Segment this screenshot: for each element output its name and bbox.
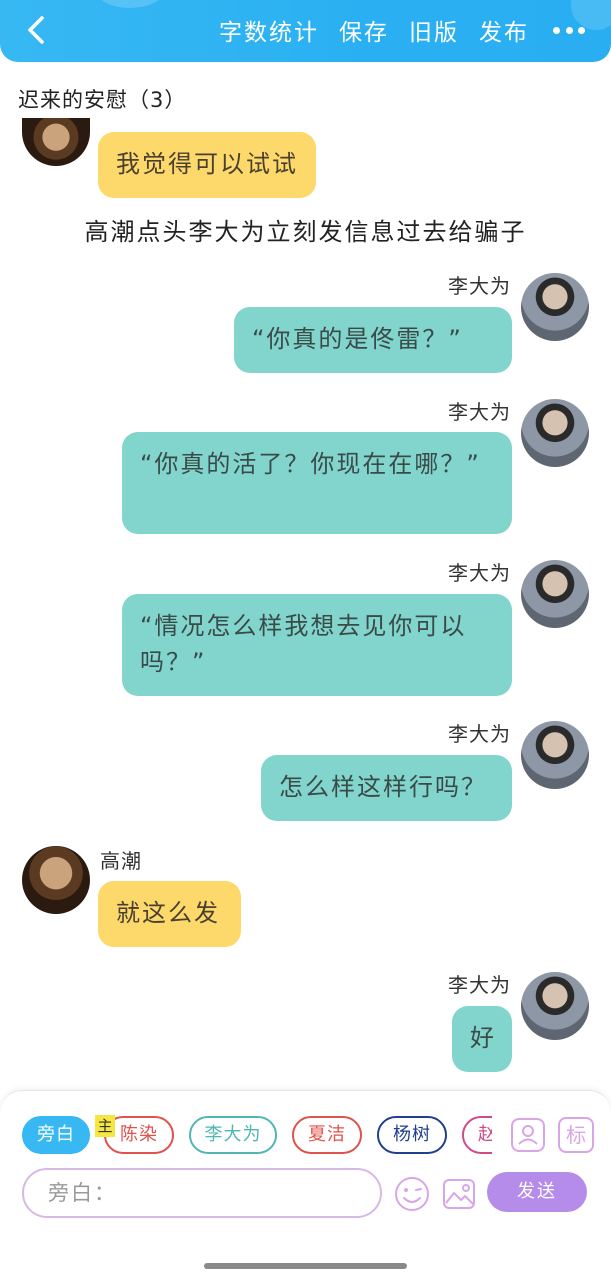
old-version-button[interactable]: 旧版 [409, 13, 459, 47]
message-bubble[interactable]: “你真的活了？你现在在哪？” [122, 432, 512, 534]
role-chip-zhao[interactable]: 赵 [462, 1116, 492, 1154]
save-button[interactable]: 保存 [339, 13, 389, 47]
avatar-lidawei[interactable] [521, 972, 589, 1040]
label-tool-button[interactable]: 标 [558, 1117, 594, 1153]
story-title: 迟来的安慰（3） [18, 88, 187, 112]
publish-button[interactable]: 发布 [479, 13, 529, 47]
send-button[interactable]: 发送 [487, 1172, 587, 1212]
role-selector: 旁白 陈染 李大为 夏洁 杨树 赵 [22, 1116, 492, 1156]
message-bubble[interactable]: 我觉得可以试试 [98, 132, 316, 198]
home-indicator [204, 1263, 407, 1269]
top-bar: 字数统计 保存 旧版 发布 [0, 0, 611, 62]
message-input[interactable]: 旁白： [22, 1168, 382, 1218]
avatar-lidawei[interactable] [521, 273, 589, 341]
message-bubble[interactable]: “你真的是佟雷？” [234, 307, 512, 373]
image-icon[interactable] [442, 1177, 476, 1211]
speaker-name: 李大为 [448, 561, 511, 585]
speaker-name: 高潮 [100, 849, 142, 873]
emoji-icon[interactable] [394, 1176, 430, 1212]
narration-text[interactable]: 高潮点头李大为立刻发信息过去给骗子 [0, 212, 611, 247]
message-bubble[interactable]: “情况怎么样我想去见你可以吗？” [122, 594, 512, 696]
role-chip-yangshu[interactable]: 杨树 [377, 1116, 447, 1154]
back-icon[interactable] [20, 12, 52, 48]
avatar-gaochao[interactable] [22, 118, 90, 166]
speaker-name: 李大为 [448, 274, 511, 298]
speaker-name: 李大为 [448, 973, 511, 997]
speaker-name: 李大为 [448, 400, 511, 424]
avatar-lidawei[interactable] [521, 721, 589, 789]
main-role-badge: 主 [95, 1115, 115, 1137]
character-card-icon[interactable] [510, 1117, 546, 1153]
header-actions: 字数统计 保存 旧版 发布 [219, 10, 611, 50]
header-decoration [95, 0, 165, 8]
avatar-gaochao[interactable] [22, 846, 90, 914]
role-chip-lidawei[interactable]: 李大为 [189, 1116, 277, 1154]
speaker-name: 李大为 [448, 722, 511, 746]
word-count-button[interactable]: 字数统计 [219, 13, 319, 47]
message-bubble[interactable]: 好 [452, 1006, 512, 1072]
role-chip-xiajie[interactable]: 夏洁 [292, 1116, 362, 1154]
message-bubble[interactable]: 怎么样这样行吗？ [261, 755, 512, 821]
more-icon[interactable] [549, 10, 589, 50]
avatar-lidawei[interactable] [521, 399, 589, 467]
message-bubble[interactable]: 就这么发 [98, 881, 241, 947]
role-chip-narration[interactable]: 旁白 [22, 1116, 90, 1154]
avatar-lidawei[interactable] [521, 560, 589, 628]
